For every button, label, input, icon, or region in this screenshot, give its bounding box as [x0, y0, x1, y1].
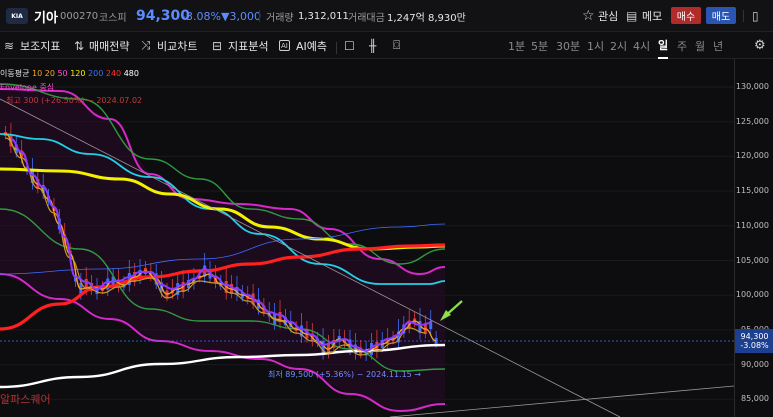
price-tick: 115,000	[735, 186, 769, 196]
tool-compare[interactable]: 비교차트	[157, 32, 197, 59]
ma-legend[interactable]: 이동평균 10 20 50 120 200 240 480	[0, 68, 139, 79]
envelope-legend[interactable]: Envelope 중심	[0, 82, 54, 93]
divider	[743, 10, 744, 22]
interval-day[interactable]: 일	[658, 32, 669, 59]
stock-name[interactable]: 기아	[34, 0, 58, 32]
ma-legend-label: 이동평균	[0, 69, 30, 78]
interval-month[interactable]: 월	[695, 32, 705, 59]
ma-480: 480	[123, 69, 139, 78]
divider	[259, 10, 260, 22]
sell-button[interactable]: 매도	[706, 7, 736, 24]
indicator-icon[interactable]: ≋	[4, 32, 14, 59]
interval-2h[interactable]: 2시	[610, 32, 627, 59]
price-tick: 120,000	[735, 151, 769, 161]
amount-value: 1,247억 8,930만	[387, 12, 466, 24]
ma-200: 200	[88, 69, 104, 78]
interval-1h[interactable]: 1시	[587, 32, 604, 59]
star-icon[interactable]: ☆	[582, 0, 595, 32]
tool-analysis[interactable]: 지표분석	[228, 32, 268, 59]
tool-ai-predict[interactable]: AI예측	[296, 32, 327, 59]
ma-50: 50	[57, 69, 68, 78]
chart-toolbar: ≋ 보조지표 ⇅ 매매전략 ⤨ 비교차트 ⊟ 지표분석 AI AI예측 ☐ ╫ …	[0, 32, 773, 59]
kia-logo: KIA	[6, 8, 28, 24]
change-percent: -3.08%	[182, 9, 221, 23]
ai-icon[interactable]: AI	[279, 40, 290, 51]
price-axis[interactable]: 130,000 125,000 120,000 115,000 110,000 105,0…	[734, 59, 773, 417]
watermark: 알파스퀘어	[0, 393, 51, 406]
tool-indicators[interactable]: 보조지표	[20, 32, 60, 59]
interval-4h[interactable]: 4시	[633, 32, 650, 59]
stock-header: KIA 기아 000270 코스피 94,300 -3.08% ▼3,000 거…	[0, 0, 773, 32]
low-annotation: 최저 89,500 (+5.36%) ~ 2024.11.15 →	[268, 370, 421, 379]
ma-20: 20	[44, 69, 55, 78]
price-tick: 85,000	[741, 394, 769, 404]
ma-10: 10	[32, 69, 43, 78]
high-annotation: 최고 300 (+26.50%) ~ 2024.07.02	[6, 96, 143, 105]
price-tick: 100,000	[735, 290, 769, 300]
strategy-icon[interactable]: ⇅	[74, 32, 84, 59]
stock-code: 000270	[60, 10, 99, 22]
price-tick: 130,000	[735, 82, 769, 91]
interval-5m[interactable]: 5분	[531, 32, 548, 59]
amount-label: 거래대금	[348, 12, 385, 24]
camera-icon[interactable]: ⌼	[393, 32, 400, 59]
price-tick: 90,000	[741, 359, 769, 369]
volume-label: 거래량	[266, 12, 294, 24]
candlestick-icon[interactable]: ╫	[369, 32, 376, 59]
panel-toggle-icon[interactable]: ▯	[752, 0, 759, 32]
price-chart[interactable]	[0, 59, 734, 417]
memo-icon[interactable]: ▤	[626, 0, 637, 32]
volume-value: 1,312,011	[298, 10, 349, 22]
ma-240: 240	[105, 69, 122, 78]
current-price-tag-value: 94,300	[740, 332, 769, 341]
favorite-button[interactable]: 관심	[598, 0, 618, 32]
interval-1m[interactable]: 1분	[508, 32, 525, 59]
settings-gear-icon[interactable]: ⚙	[754, 32, 766, 59]
price-tick: 125,000	[735, 116, 769, 126]
buy-button[interactable]: 매수	[671, 7, 701, 24]
market-label: 코스피	[99, 12, 127, 24]
interval-week[interactable]: 주	[677, 32, 687, 59]
analysis-icon[interactable]: ⊟	[212, 32, 222, 59]
interval-year[interactable]: 년	[713, 32, 723, 59]
change-amount: ▼3,000	[221, 9, 261, 23]
checkbox-icon[interactable]: ☐	[344, 32, 355, 59]
current-price-tag-change: -3.08%	[740, 341, 769, 350]
tool-strategy[interactable]: 매매전략	[89, 32, 129, 59]
ma-120: 120	[70, 69, 86, 78]
price-tick: 110,000	[735, 220, 769, 230]
divider	[336, 42, 337, 54]
current-price-tag: 94,300 -3.08%	[735, 329, 773, 353]
memo-button[interactable]: 메모	[642, 0, 662, 32]
interval-30m[interactable]: 30분	[556, 32, 580, 59]
price-tick: 105,000	[735, 255, 769, 265]
compare-icon[interactable]: ⤨	[141, 32, 151, 59]
